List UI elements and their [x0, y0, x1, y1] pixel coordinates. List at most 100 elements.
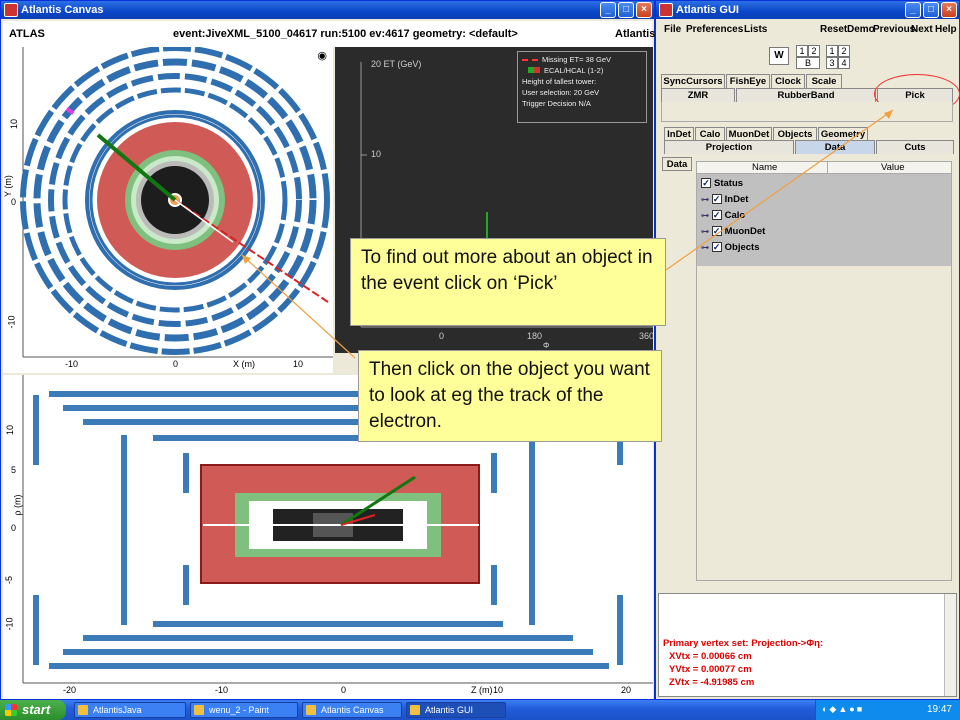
tab-zmr[interactable]: ZMR — [661, 88, 735, 102]
canvas-titlebar[interactable]: Atlantis Canvas _ □ × — [1, 1, 654, 19]
menu-file[interactable]: File — [664, 21, 681, 39]
paint-icon — [194, 705, 204, 715]
layout-cell-b[interactable]: B — [796, 57, 820, 69]
gui-window-title: Atlantis GUI — [676, 4, 739, 16]
tree-row-calo[interactable]: ⊶ ✓ Calo — [701, 208, 745, 224]
tray-icons[interactable]: ◐◆▲●■ — [822, 704, 864, 715]
rz-x-tick-neg10: -10 — [215, 685, 229, 695]
gui-titlebar[interactable]: Atlantis GUI _ □ × — [656, 1, 959, 19]
layout-cell-2[interactable]: 2 — [808, 45, 820, 57]
xy-projection-view[interactable]: Y (m) 10 0 -10 -10 0 X (m) 10 ◉ — [3, 47, 333, 373]
tab-calo[interactable]: Calo — [695, 127, 725, 141]
atlas-label: ATLAS — [9, 28, 45, 40]
column-value[interactable]: Value — [881, 162, 905, 173]
tab-geometry[interactable]: Geometry — [818, 127, 868, 141]
canvas-icon — [306, 705, 316, 715]
layout-cell-q2[interactable]: 2 — [838, 45, 850, 57]
output-log[interactable]: Primary vertex set: Projection->Φη: XVtx… — [658, 593, 957, 697]
canvas-window-title: Atlantis Canvas — [21, 4, 104, 16]
start-label: start — [22, 702, 51, 717]
tree-row-objects[interactable]: ⊶ ✓ Objects — [701, 240, 760, 256]
tree-expand-icon[interactable]: ⊶ — [701, 243, 709, 252]
windows-logo-icon — [5, 704, 17, 716]
status-checkbox[interactable]: ✓ — [701, 178, 711, 189]
minimize-button[interactable]: _ — [600, 2, 616, 18]
tab-indet[interactable]: InDet — [664, 127, 694, 141]
tree-expand-icon[interactable]: ⊶ — [701, 195, 709, 204]
task-atlantis-gui[interactable]: Atlantis GUI — [406, 702, 506, 718]
gui-minimize-button[interactable]: _ — [905, 2, 921, 18]
rz-y-axis-label: ρ (m) — [12, 494, 23, 516]
menu-reset[interactable]: Reset — [820, 21, 847, 39]
taskbar: start AtlantisJava wenu_2 - Paint Atlant… — [0, 700, 960, 720]
gui-maximize-button[interactable]: □ — [923, 2, 939, 18]
gui-close-button[interactable]: × — [941, 2, 957, 18]
tab-synccursors[interactable]: SyncCursors — [661, 74, 725, 88]
tab-fisheye[interactable]: FishEye — [726, 74, 770, 88]
rz-y-tick-neg5: -5 — [4, 575, 15, 585]
tree-expand-icon[interactable]: ⊶ — [701, 211, 709, 220]
lego-x-tick-180: 180 — [527, 331, 543, 341]
tab-rubberband[interactable]: RubberBand — [736, 88, 876, 102]
close-button[interactable]: × — [636, 2, 652, 18]
rz-x-tick-10: 10 — [493, 685, 504, 695]
tab-data[interactable]: Data — [795, 140, 875, 154]
lego-y-tick-10: 10 — [371, 149, 382, 159]
log-line-vertex: Primary vertex set: Projection->Φη: — [663, 638, 824, 649]
menu-next[interactable]: Next — [911, 21, 933, 39]
tab-projection[interactable]: Projection — [664, 140, 794, 154]
callout-object: Then click on the object you want to loo… — [358, 350, 662, 442]
indet-checkbox[interactable]: ✓ — [711, 194, 722, 205]
interaction-panel — [661, 102, 953, 122]
layout-cell-q4[interactable]: 4 — [838, 57, 850, 69]
menu-demo[interactable]: Demo — [847, 21, 875, 39]
objects-checkbox[interactable]: ✓ — [711, 242, 722, 253]
rz-x-tick-20: 20 — [621, 685, 632, 695]
y-tick-0: 0 — [11, 197, 17, 207]
start-button[interactable]: start — [0, 700, 66, 720]
tab-muondet[interactable]: MuonDet — [726, 127, 772, 141]
muondet-checkbox[interactable]: ✓ — [711, 226, 722, 237]
gui-menubar: File Preferences Lists Reset Demo Previo… — [658, 21, 957, 39]
x-tick-0: 0 — [173, 359, 179, 369]
tree-row-indet[interactable]: ⊶ ✓ InDet — [701, 192, 748, 208]
calo-checkbox[interactable]: ✓ — [711, 210, 722, 221]
gui-icon — [410, 705, 420, 715]
tree-row-status[interactable]: ✓ Status — [701, 176, 743, 192]
tab-scale[interactable]: Scale — [806, 74, 842, 88]
atlantis-gui-window: Atlantis GUI _ □ × File Preferences List… — [655, 0, 960, 700]
layout-w-button[interactable]: W — [769, 47, 789, 65]
task-atlantisjava[interactable]: AtlantisJava — [74, 702, 186, 718]
layout-1234-group: 1 2 3 4 — [826, 45, 850, 69]
task-atlantis-canvas[interactable]: Atlantis Canvas — [302, 702, 402, 718]
event-label: event:JiveXML_5100_04617 run:5100 ev:461… — [173, 28, 518, 40]
menu-preferences[interactable]: Preferences — [686, 21, 743, 39]
tab-objects[interactable]: Objects — [773, 127, 817, 141]
x-tick-neg10: -10 — [65, 359, 79, 369]
legend-trigger: Trigger Decision N/A — [522, 99, 591, 108]
layout-cell-q1[interactable]: 1 — [826, 45, 838, 57]
tree-expand-icon[interactable]: ⊶ — [701, 227, 709, 236]
xy-detector-drawing[interactable] — [3, 47, 333, 373]
log-scrollbar[interactable] — [944, 594, 956, 696]
legend-user-selection: User selection: 20 GeV — [522, 88, 600, 97]
maximize-button[interactable]: □ — [618, 2, 634, 18]
lego-y-label: 20 ET (GeV) — [371, 59, 422, 69]
layout-cell-q3[interactable]: 3 — [826, 57, 838, 69]
rz-x-axis-label: Z (m) — [471, 685, 493, 695]
tab-clock[interactable]: Clock — [771, 74, 805, 88]
y-axis-label: Y (m) — [3, 175, 13, 197]
menu-lists[interactable]: Lists — [744, 21, 767, 39]
menu-help[interactable]: Help — [935, 21, 957, 39]
menu-previous[interactable]: Previous — [873, 21, 915, 39]
eye-icon[interactable]: ◉ — [317, 49, 327, 62]
clock[interactable]: 19:47 — [927, 700, 952, 720]
rz-x-tick-0: 0 — [341, 685, 347, 695]
column-name[interactable]: Name — [752, 162, 777, 173]
lego-legend: Missing ET= 38 GeV ECAL/HCAL (1-2) Heigh… — [517, 51, 647, 123]
layout-cell-1[interactable]: 1 — [796, 45, 808, 57]
tab-cuts[interactable]: Cuts — [876, 140, 954, 154]
tree-row-muondet[interactable]: ⊶ ✓ MuonDet — [701, 224, 765, 240]
task-paint[interactable]: wenu_2 - Paint — [190, 702, 298, 718]
side-tab-data[interactable]: Data — [662, 157, 692, 171]
